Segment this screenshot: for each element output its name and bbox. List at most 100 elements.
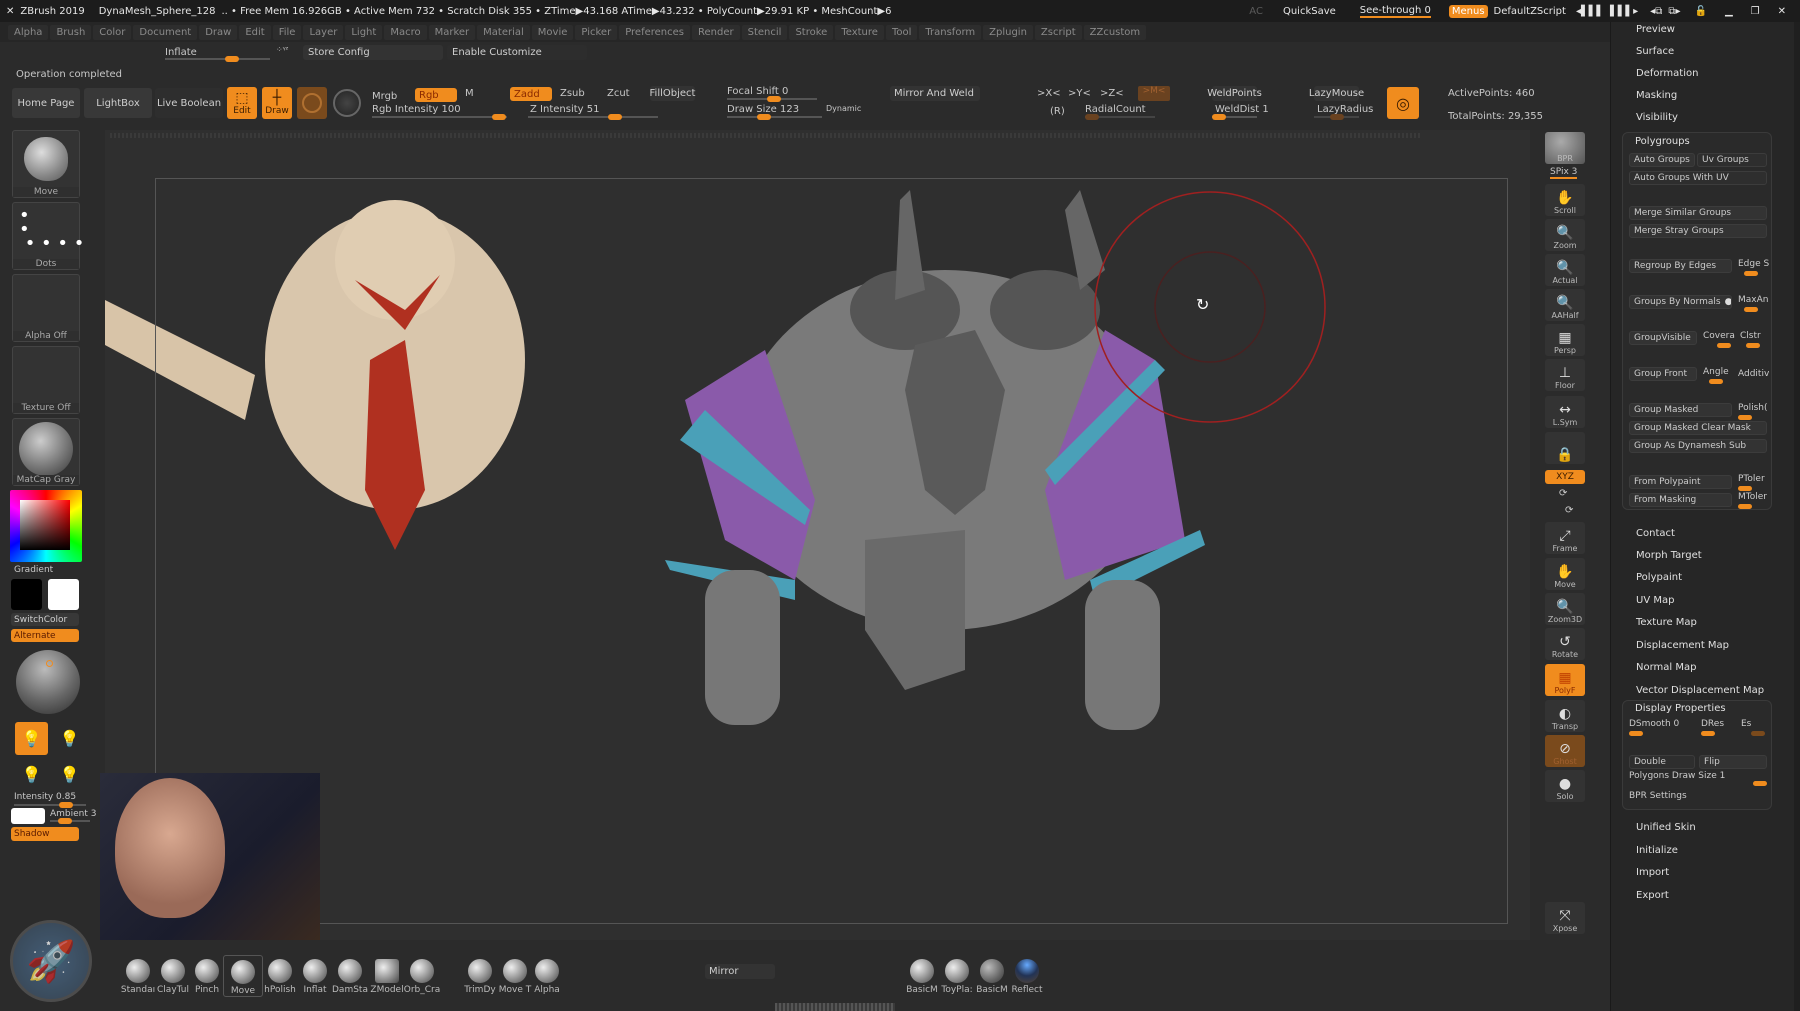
- light-color-swatch[interactable]: [11, 808, 45, 824]
- move-view-button[interactable]: ✋ Move: [1545, 558, 1585, 590]
- lsym-button[interactable]: ↔ L.Sym: [1545, 396, 1585, 428]
- tray-initialize[interactable]: Initialize: [1636, 845, 1678, 856]
- menu-material[interactable]: Material: [477, 24, 530, 40]
- menu-color[interactable]: Color: [93, 24, 132, 40]
- sculptris-pro-icon[interactable]: [333, 89, 361, 117]
- tray-uv-map[interactable]: UV Map: [1636, 595, 1674, 606]
- maxangle-slider[interactable]: MaxAn: [1738, 295, 1768, 312]
- color-picker[interactable]: [10, 490, 82, 562]
- groupvisible-button[interactable]: GroupVisible: [1629, 331, 1697, 345]
- brush-thumbnail[interactable]: Move: [12, 130, 80, 198]
- minimize-icon[interactable]: ▁: [1725, 6, 1733, 17]
- mirror-and-weld-button[interactable]: Mirror And Weld: [890, 86, 980, 101]
- menu-picker[interactable]: Picker: [575, 24, 618, 40]
- menu-zscript[interactable]: Zscript: [1034, 24, 1082, 40]
- menu-movie[interactable]: Movie: [531, 24, 574, 40]
- fillobject-button[interactable]: FillObject: [650, 86, 695, 101]
- light-2-icon[interactable]: 💡: [53, 722, 86, 755]
- dres-slider[interactable]: DRes: [1701, 719, 1724, 736]
- draw-button[interactable]: ┼ Draw: [262, 87, 292, 119]
- m-axis-button[interactable]: >M<: [1138, 86, 1170, 101]
- material-toyplastic[interactable]: ToyPla:: [937, 955, 977, 995]
- menu-zplugin[interactable]: Zplugin: [983, 24, 1033, 40]
- tray-displacement-map[interactable]: Displacement Map: [1636, 640, 1729, 651]
- x-axis-button[interactable]: >X<: [1037, 88, 1061, 99]
- es-slider[interactable]: Es: [1741, 719, 1765, 736]
- welddist-slider[interactable]: [1212, 114, 1257, 120]
- menu-render[interactable]: Render: [692, 24, 740, 40]
- spix-slider[interactable]: SPix 3: [1550, 167, 1578, 179]
- light-3-icon[interactable]: 💡: [15, 758, 48, 791]
- polyframe-button[interactable]: ▦ PolyF: [1545, 664, 1585, 696]
- material-basic-1[interactable]: BasicM: [902, 955, 942, 995]
- material-thumbnail[interactable]: MatCap Gray: [12, 418, 80, 486]
- menu-draw[interactable]: Draw: [199, 24, 238, 40]
- inflate-slider[interactable]: Inflate: [165, 47, 197, 58]
- menu-file[interactable]: File: [272, 24, 302, 40]
- light-4-icon[interactable]: 💡: [53, 758, 86, 791]
- tray-texture-map[interactable]: Texture Map: [1636, 617, 1697, 628]
- merge-stray-groups-button[interactable]: Merge Stray Groups: [1629, 224, 1767, 238]
- store-config-button[interactable]: Store Config: [303, 45, 443, 60]
- menu-texture[interactable]: Texture: [835, 24, 884, 40]
- brush-orb-cracks[interactable]: Orb_Cra: [402, 955, 442, 995]
- draw-size-slider[interactable]: [727, 114, 822, 120]
- zoom3d-button[interactable]: 🔍 Zoom3D: [1545, 593, 1585, 625]
- ghost-button[interactable]: ⊘ Ghost: [1545, 735, 1585, 767]
- tray-deformation[interactable]: Deformation: [1636, 68, 1698, 79]
- quicksave-button[interactable]: QuickSave: [1283, 6, 1336, 17]
- radial-r-button[interactable]: (R): [1050, 106, 1065, 117]
- regroup-by-edges-button[interactable]: Regroup By Edges: [1629, 259, 1732, 273]
- menu-document[interactable]: Document: [133, 24, 198, 40]
- brush-hpolish[interactable]: hPolish: [260, 955, 300, 995]
- tray-import[interactable]: Import: [1636, 867, 1669, 878]
- mtoler-slider[interactable]: MToler: [1738, 492, 1767, 509]
- z-axis-button[interactable]: >Z<: [1100, 88, 1124, 99]
- palette-left-icon[interactable]: ◂⧉: [1650, 6, 1662, 17]
- mirror-button[interactable]: Mirror: [705, 964, 775, 979]
- groups-by-normals-button[interactable]: Groups By Normals ●: [1629, 295, 1732, 309]
- ambient-slider[interactable]: [50, 818, 90, 824]
- brush-alpha[interactable]: Alpha: [527, 955, 567, 995]
- bpr-settings-button[interactable]: BPR Settings: [1629, 791, 1687, 801]
- floor-button[interactable]: ⊥ Floor: [1545, 359, 1585, 391]
- aahalf-button[interactable]: 🔍 AAHalf: [1545, 289, 1585, 321]
- tray-scrollbar[interactable]: [1794, 22, 1800, 1011]
- menu-stroke[interactable]: Stroke: [789, 24, 834, 40]
- tray-normal-map[interactable]: Normal Map: [1636, 662, 1696, 673]
- horizontal-scrollbar[interactable]: [110, 133, 1420, 138]
- rotate-button[interactable]: ↺ Rotate: [1545, 628, 1585, 660]
- menu-brush[interactable]: Brush: [50, 24, 92, 40]
- brush-pinch[interactable]: Pinch: [187, 955, 227, 995]
- group-masked-button[interactable]: Group Masked: [1629, 403, 1732, 417]
- focal-shift-slider[interactable]: [727, 96, 817, 102]
- texture-thumbnail[interactable]: Texture Off: [12, 346, 80, 414]
- dynamic-toggle[interactable]: Dynamic: [826, 104, 861, 113]
- edge-slider[interactable]: Edge S: [1738, 259, 1769, 276]
- brush-damstandard[interactable]: DamSta: [330, 955, 370, 995]
- shadow-button[interactable]: Shadow: [11, 827, 79, 841]
- zadd-button[interactable]: Zadd: [510, 87, 552, 101]
- menu-layer[interactable]: Layer: [303, 24, 344, 40]
- angle-slider[interactable]: Angle: [1703, 367, 1729, 384]
- material-basic-2[interactable]: BasicM: [972, 955, 1012, 995]
- zcut-button[interactable]: Zcut: [607, 88, 630, 99]
- radial-count-slider[interactable]: [1085, 114, 1155, 120]
- transp-button[interactable]: ◐ Transp: [1545, 700, 1585, 732]
- tray-masking[interactable]: Masking: [1636, 90, 1677, 101]
- tray-surface[interactable]: Surface: [1636, 46, 1674, 57]
- menu-edit[interactable]: Edit: [239, 24, 271, 40]
- menu-stencil[interactable]: Stencil: [741, 24, 788, 40]
- seethrough-slider[interactable]: See-through 0: [1359, 5, 1431, 18]
- stroke-thumbnail[interactable]: • • • • • • Dots: [12, 202, 84, 270]
- rgb-button[interactable]: Rgb: [415, 88, 457, 102]
- move-mode-button[interactable]: [297, 87, 327, 119]
- material-reflected[interactable]: Reflect: [1007, 955, 1047, 995]
- alpha-thumbnail[interactable]: Alpha Off: [12, 274, 80, 342]
- from-masking-button[interactable]: From Masking: [1629, 493, 1732, 507]
- secondary-color-swatch[interactable]: [11, 579, 42, 610]
- polish-slider[interactable]: Polish(: [1738, 403, 1768, 420]
- light-1-icon[interactable]: 💡: [15, 722, 48, 755]
- mrgb-button[interactable]: Mrgb: [372, 91, 397, 102]
- main-color-swatch[interactable]: [48, 579, 79, 610]
